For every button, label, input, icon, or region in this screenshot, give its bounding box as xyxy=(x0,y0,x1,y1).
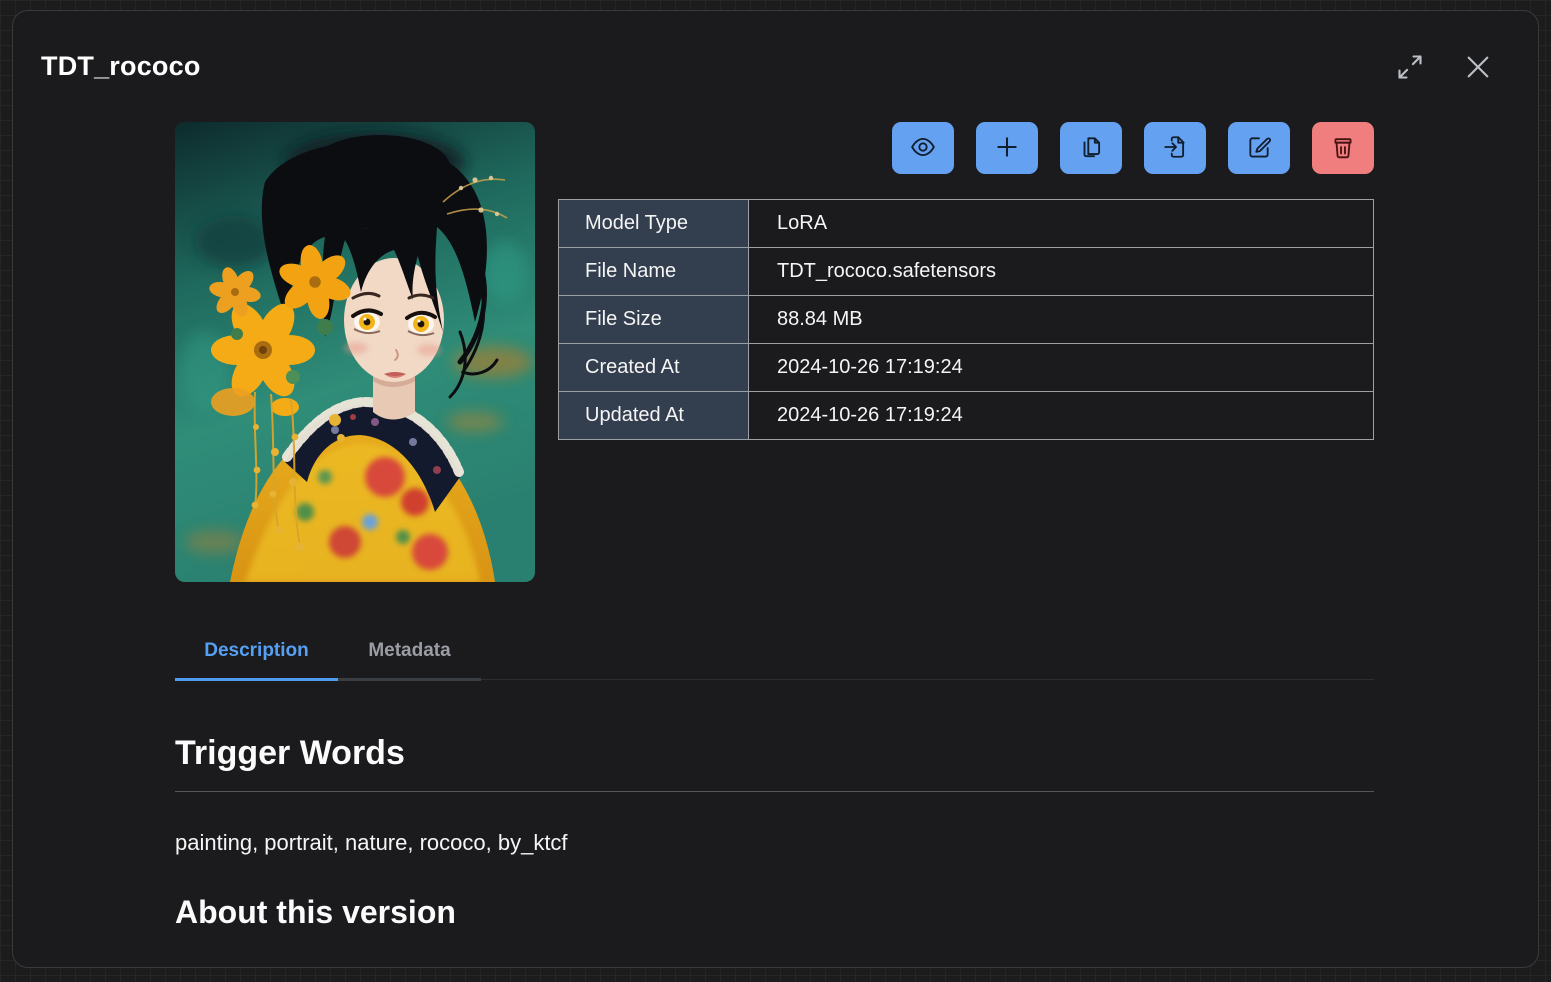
table-row: Updated At 2024-10-26 17:19:24 xyxy=(559,392,1374,440)
preview-button[interactable] xyxy=(892,122,954,174)
table-row: Model Type LoRA xyxy=(559,200,1374,248)
edit-button[interactable] xyxy=(1228,122,1290,174)
eye-icon xyxy=(910,134,936,163)
model-detail-modal: TDT_rococo xyxy=(12,10,1539,968)
section-divider xyxy=(175,791,1374,792)
modal-header: TDT_rococo xyxy=(13,11,1538,82)
table-row: File Name TDT_rococo.safetensors xyxy=(559,248,1374,296)
add-button[interactable] xyxy=(976,122,1038,174)
row-value: LoRA xyxy=(749,200,1374,248)
model-details-table: Model Type LoRA File Name TDT_rococo.saf… xyxy=(558,199,1374,440)
model-preview-image[interactable] xyxy=(175,122,535,582)
row-value: TDT_rococo.safetensors xyxy=(749,248,1374,296)
trash-icon xyxy=(1330,134,1356,163)
top-section: Model Type LoRA File Name TDT_rococo.saf… xyxy=(175,122,1374,582)
file-import-icon xyxy=(1162,134,1188,163)
tab-metadata[interactable]: Metadata xyxy=(338,624,481,681)
plus-icon xyxy=(994,134,1020,163)
delete-button[interactable] xyxy=(1312,122,1374,174)
row-label: Updated At xyxy=(559,392,749,440)
expand-arrows-icon[interactable] xyxy=(1396,53,1424,81)
tab-bar: Description Metadata xyxy=(175,624,1374,680)
row-value: 2024-10-26 17:19:24 xyxy=(749,392,1374,440)
row-label: Created At xyxy=(559,344,749,392)
right-panel: Model Type LoRA File Name TDT_rococo.saf… xyxy=(558,122,1374,582)
trigger-words-heading: Trigger Words xyxy=(175,734,1374,773)
about-version-heading: About this version xyxy=(175,894,1374,931)
modal-content: Model Type LoRA File Name TDT_rococo.saf… xyxy=(13,122,1538,931)
table-row: Created At 2024-10-26 17:19:24 xyxy=(559,344,1374,392)
modal-title: TDT_rococo xyxy=(41,51,201,82)
trigger-words-text: painting, portrait, nature, rococo, by_k… xyxy=(175,830,1374,856)
row-value: 2024-10-26 17:19:24 xyxy=(749,344,1374,392)
copy-files-icon xyxy=(1078,134,1104,163)
row-label: File Name xyxy=(559,248,749,296)
tab-description[interactable]: Description xyxy=(175,624,338,681)
action-toolbar xyxy=(558,122,1374,174)
window-controls xyxy=(1396,53,1492,81)
row-value: 88.84 MB xyxy=(749,296,1374,344)
table-row: File Size 88.84 MB xyxy=(559,296,1374,344)
import-button[interactable] xyxy=(1144,122,1206,174)
row-label: File Size xyxy=(559,296,749,344)
edit-pencil-square-icon xyxy=(1246,134,1272,163)
close-icon[interactable] xyxy=(1464,53,1492,81)
row-label: Model Type xyxy=(559,200,749,248)
copy-button[interactable] xyxy=(1060,122,1122,174)
